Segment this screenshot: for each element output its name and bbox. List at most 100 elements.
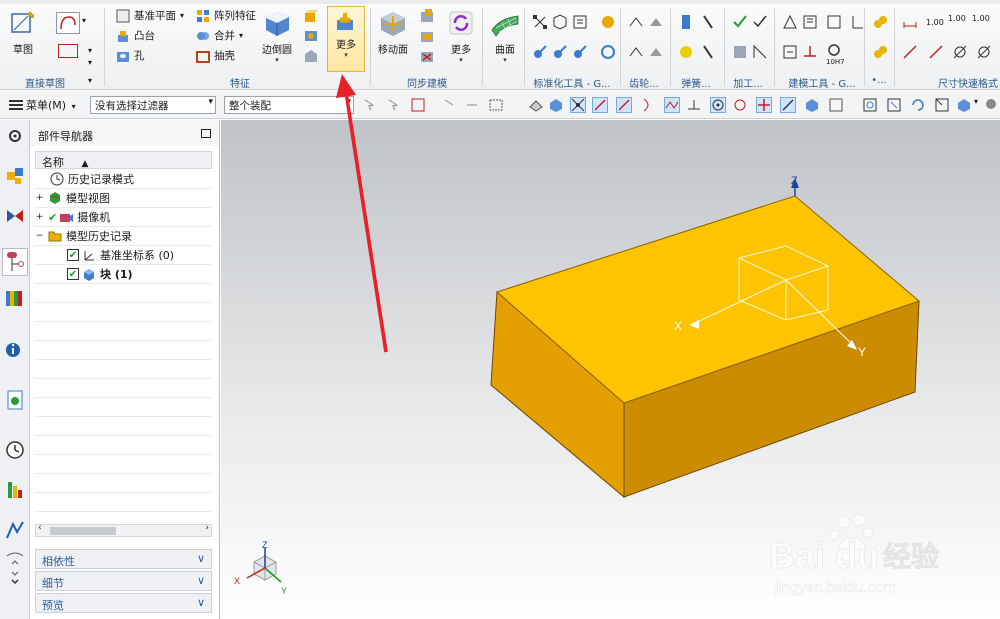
- tree-row-datum-csys[interactable]: ✔ 基准坐标系 (0): [35, 246, 212, 264]
- scroll-right-icon[interactable]: ›: [205, 523, 209, 533]
- unite-dropdown[interactable]: ▾: [239, 31, 243, 40]
- gear-tool-icon-3[interactable]: [628, 44, 644, 60]
- group-direct-sketch-dropdown[interactable]: ▾: [88, 76, 104, 92]
- visibility-checkbox[interactable]: ✔: [67, 268, 79, 280]
- maximize-icon[interactable]: [201, 129, 211, 138]
- history-clock-icon[interactable]: [5, 440, 25, 460]
- snap-control-icon[interactable]: [640, 97, 656, 113]
- tolerance-format-label-2[interactable]: 1.00: [972, 14, 990, 23]
- more-feature-button[interactable]: 更多 ▾: [327, 6, 365, 72]
- gear-tool-icon-1[interactable]: [628, 14, 644, 30]
- standard-tool-icon-7[interactable]: [572, 44, 588, 60]
- machining-tool-icon-2[interactable]: [752, 14, 768, 30]
- rectangle-icon[interactable]: [58, 44, 78, 58]
- modeling-tool-icon-2[interactable]: [802, 14, 818, 30]
- view-fit-icon[interactable]: [862, 97, 878, 113]
- move-face-button[interactable]: 移动面: [378, 8, 408, 56]
- machining-tool-icon-3[interactable]: [732, 44, 748, 60]
- preview-panel-toggle[interactable]: 预览 ∨: [35, 593, 212, 613]
- column-header-name[interactable]: 名称 ▲: [35, 151, 212, 169]
- viewport-canvas[interactable]: Z X Y Z X Y Bai du 经验 jingyan.baidu.com: [221, 120, 1000, 619]
- resource-bar-scroll[interactable]: [5, 550, 25, 590]
- dimension-icon-3[interactable]: [928, 44, 944, 60]
- standard-tool-icon-2[interactable]: [552, 14, 568, 30]
- view-zoom-icon[interactable]: [886, 97, 902, 113]
- expand-icon[interactable]: +: [35, 193, 44, 203]
- modeling-tool-icon-5[interactable]: [782, 44, 798, 60]
- assembly-scope-select[interactable]: 整个装配 ▾: [224, 96, 354, 114]
- machining-tool-icon-1[interactable]: [732, 14, 748, 30]
- dimension-icon-2[interactable]: [902, 44, 918, 60]
- standard-tool-icon-5[interactable]: [532, 44, 548, 60]
- view-orient-icon[interactable]: [934, 97, 950, 113]
- more-sync-button[interactable]: 更多 ▾: [446, 8, 476, 64]
- snap-end-icon[interactable]: [592, 97, 608, 113]
- snap-arc-center-icon[interactable]: [710, 97, 726, 113]
- tree-row-model-history[interactable]: − 模型历史记录: [35, 227, 212, 245]
- info-icon[interactable]: [5, 338, 25, 358]
- surface-button[interactable]: 曲面 ▾: [490, 8, 520, 64]
- selection-filter-select[interactable]: 没有选择过滤器 ▾: [90, 96, 216, 114]
- misc-tool-icon-1[interactable]: [872, 14, 888, 30]
- constraint-navigator-icon[interactable]: [5, 206, 25, 226]
- tree-row-block[interactable]: ✔ 块 (1): [35, 265, 212, 283]
- process-studio-icon[interactable]: [5, 520, 25, 540]
- sketch-curve-button[interactable]: [56, 12, 80, 34]
- modeling-tool-icon-3[interactable]: [826, 14, 842, 30]
- spring-tool-icon-4[interactable]: [700, 44, 716, 60]
- dimension-icon-1[interactable]: [902, 14, 918, 30]
- expand-icon[interactable]: +: [35, 212, 44, 222]
- dependency-panel-toggle[interactable]: 相依性 ∨: [35, 549, 212, 569]
- snap-on-curve-icon[interactable]: [780, 97, 796, 113]
- collapse-icon[interactable]: −: [35, 231, 44, 241]
- snap-icon-1[interactable]: [528, 97, 544, 113]
- pattern-feature-button[interactable]: 阵列特征: [196, 8, 256, 23]
- spring-tool-icon-2[interactable]: [700, 14, 716, 30]
- menu-button[interactable]: 菜单(M) ▾: [26, 97, 76, 113]
- part-navigator-icon[interactable]: [2, 248, 28, 276]
- spring-tool-icon-3[interactable]: [678, 44, 694, 60]
- view-more-icon[interactable]: [984, 97, 1000, 113]
- sketch-curve-dropdown[interactable]: ▾: [82, 16, 98, 32]
- assembly-navigator-icon[interactable]: [5, 166, 25, 186]
- hole-button[interactable]: 孔: [116, 48, 145, 63]
- select-icon-3[interactable]: [410, 97, 426, 113]
- rectangle-select-icon[interactable]: [488, 97, 504, 113]
- datum-plane-button[interactable]: 基准平面 ▾: [116, 8, 184, 23]
- extrude-icon[interactable]: [303, 8, 319, 24]
- spring-tool-icon-1[interactable]: [678, 14, 694, 30]
- reuse-library-icon[interactable]: [5, 288, 25, 308]
- tree-row-cameras[interactable]: + ✔ 摄像机: [35, 208, 212, 226]
- select-icon-1[interactable]: [362, 97, 378, 113]
- chamfer-icon[interactable]: [303, 48, 319, 64]
- offset-region-icon[interactable]: [419, 28, 435, 44]
- select-icon-5[interactable]: [464, 97, 480, 113]
- select-icon-4[interactable]: [442, 97, 458, 113]
- snap-mid-icon[interactable]: [616, 97, 632, 113]
- snap-point-icon[interactable]: [570, 97, 586, 113]
- standard-tool-icon-4[interactable]: [600, 14, 616, 30]
- diameter-icon[interactable]: [952, 44, 968, 60]
- snap-quadrant-icon[interactable]: [732, 97, 748, 113]
- machining-tool-icon-4[interactable]: [752, 44, 768, 60]
- unite-button[interactable]: 合并 ▾: [196, 28, 243, 43]
- pull-face-icon[interactable]: [419, 8, 435, 24]
- surface-dropdown[interactable]: ▾: [503, 56, 507, 64]
- sketch-button[interactable]: 草图: [8, 8, 38, 56]
- sketch-more-dropdown[interactable]: ▾: [88, 58, 104, 74]
- tolerance-format-label-1[interactable]: 1.00: [948, 14, 966, 23]
- snap-on-face-icon[interactable]: [804, 97, 820, 113]
- standard-tool-icon-3[interactable]: [572, 14, 588, 30]
- view-rotate-icon[interactable]: [910, 97, 926, 113]
- snap-icon-2[interactable]: [548, 97, 564, 113]
- graphics-viewport[interactable]: Z X Y Z X Y Bai du 经验 jingyan.baidu.com: [221, 120, 1000, 619]
- snap-intersection-icon[interactable]: [664, 97, 680, 113]
- tree-row-history-mode[interactable]: 历史记录模式: [35, 170, 212, 188]
- more-feature-dropdown[interactable]: ▾: [344, 51, 348, 59]
- tree-row-model-views[interactable]: + 模型视图: [35, 189, 212, 207]
- scrollbar-thumb[interactable]: [50, 527, 116, 535]
- snap-perpendicular-icon[interactable]: [686, 97, 702, 113]
- decimal-format-label[interactable]: 1.00: [926, 18, 944, 27]
- view-triad[interactable]: Z X Y: [234, 540, 287, 596]
- render-style-icon[interactable]: [956, 97, 972, 113]
